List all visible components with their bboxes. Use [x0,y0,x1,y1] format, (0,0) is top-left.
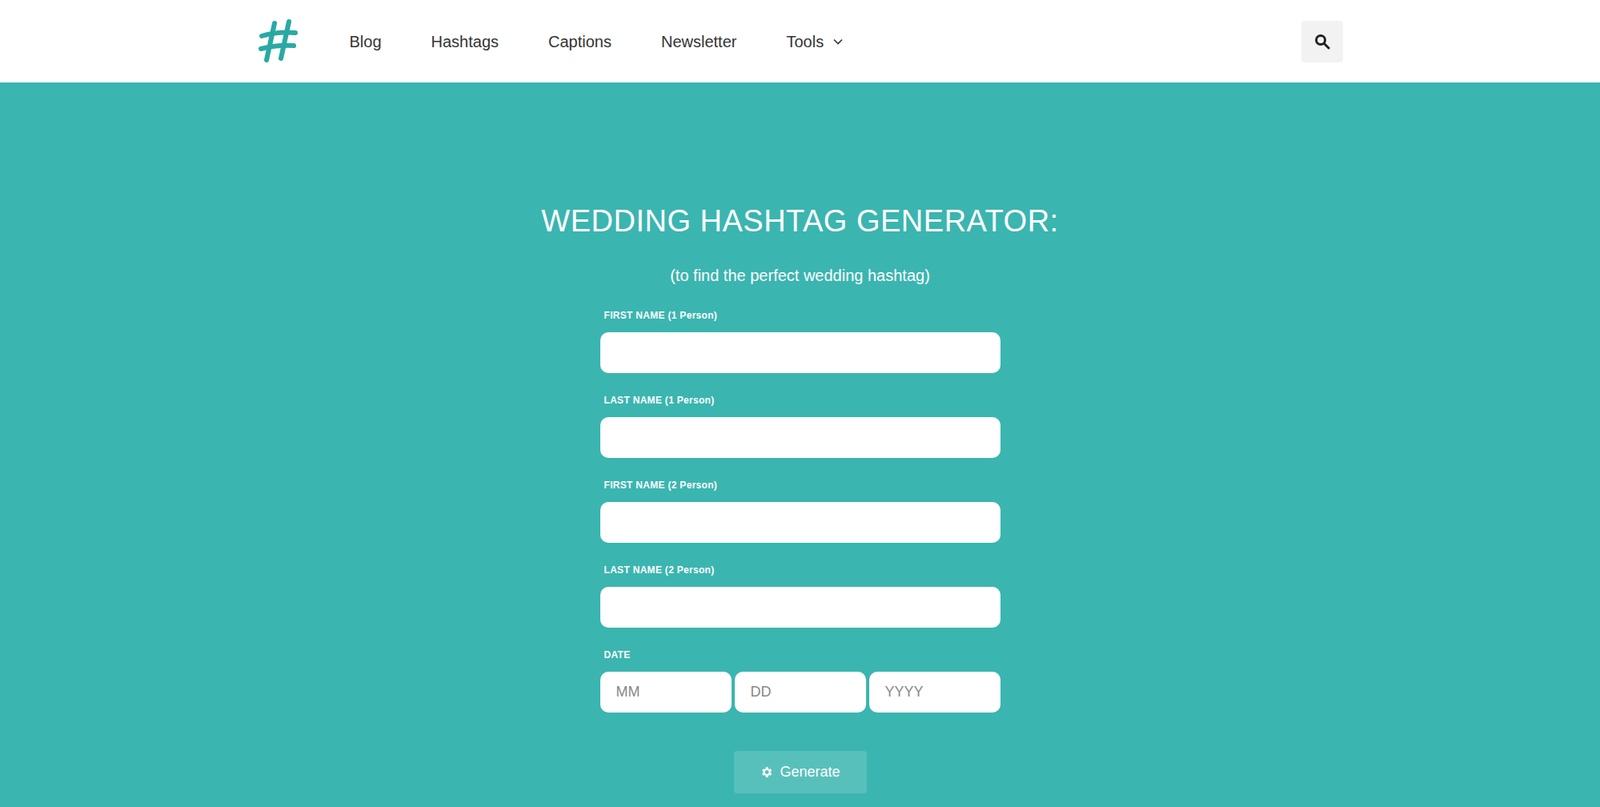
date-input[interactable] [869,671,1001,713]
field-label: LAST NAME (1 Person) [600,393,1001,407]
nav-item[interactable]: Hashtags [431,29,500,54]
generator-form: FIRST NAME (1 Person) LAST NAME (1 Person… [600,308,1001,794]
search-icon [1314,33,1331,50]
date-input[interactable] [734,671,867,713]
search-button[interactable] [1301,20,1344,63]
text-input[interactable] [600,586,1001,628]
main-nav: Blog Hashtags Captions Newsletter Tools [349,29,844,54]
nav-item[interactable]: Captions [548,29,612,54]
text-input[interactable] [600,501,1001,543]
hero-subtitle: (to find the perfect wedding hashtag) [669,264,931,287]
date-row [600,671,1001,713]
nav-item[interactable]: Tools [785,29,843,54]
chevron-down-icon [833,38,843,45]
text-input[interactable] [600,332,1001,373]
field-label: LAST NAME (2 Person) [600,563,1001,577]
button-row: Generate [600,750,1001,794]
gear-icon [759,765,774,779]
site-header: Blog Hashtags Captions Newsletter Tools [0,0,1600,83]
hero: WEDDING HASHTAG GENERATOR: (to find the … [0,82,1600,807]
date-label: DATE [600,648,1001,662]
nav-item[interactable]: Newsletter [661,29,737,54]
hero-title: WEDDING HASHTAG GENERATOR: [541,202,1059,240]
nav-label: Tools [785,29,824,54]
field-label: FIRST NAME (2 Person) [600,478,1001,492]
generate-label: Generate [779,761,840,783]
nav-item[interactable]: Blog [349,29,382,54]
field-label: FIRST NAME (1 Person) [600,308,1001,322]
nav-label: Blog [349,29,382,54]
logo-icon[interactable] [257,17,300,66]
date-input[interactable] [600,671,732,713]
nav-label: Newsletter [661,29,737,54]
text-input[interactable] [600,417,1001,458]
generate-button[interactable]: Generate [733,750,867,794]
nav-label: Hashtags [431,29,500,54]
nav-label: Captions [548,29,612,54]
